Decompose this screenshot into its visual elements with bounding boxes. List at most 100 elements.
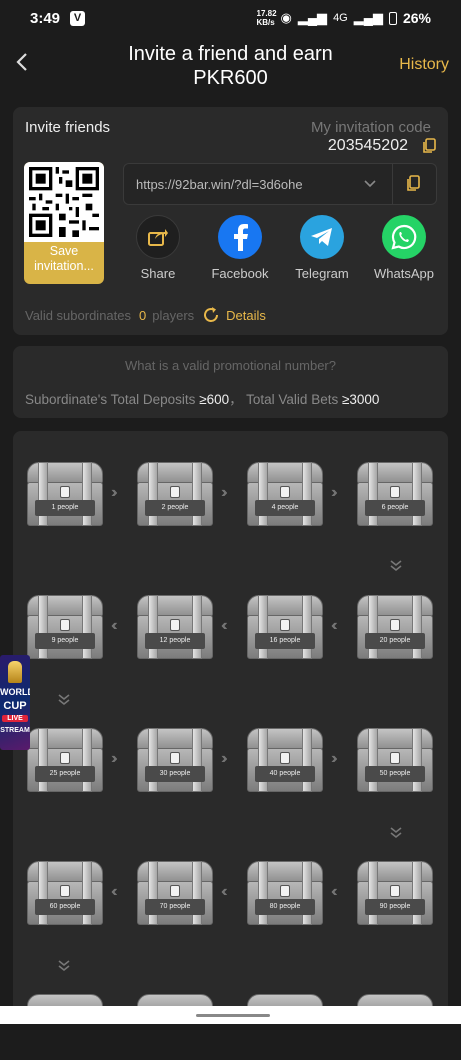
share-icon bbox=[136, 215, 180, 259]
whatsapp-button[interactable]: WhatsApp bbox=[363, 215, 445, 285]
qr-card[interactable]: Save invitation... bbox=[24, 162, 104, 284]
treasure-chest[interactable]: 60 people bbox=[25, 861, 105, 927]
share-label: Share bbox=[140, 266, 176, 281]
lock-icon bbox=[280, 885, 290, 897]
double-chevron-right-icon: ›› bbox=[111, 750, 117, 767]
treasure-chest[interactable]: 16 people bbox=[245, 595, 325, 661]
treasure-chest[interactable]: 1 people bbox=[25, 462, 105, 528]
trophy-icon bbox=[8, 661, 22, 683]
treasure-chest[interactable] bbox=[135, 994, 215, 1060]
invitation-code: 203545202 bbox=[327, 137, 408, 154]
signal-icon: ▂▄▆ bbox=[297, 10, 328, 25]
chest-label: 90 people bbox=[365, 899, 425, 915]
lock-icon bbox=[60, 752, 70, 764]
treasure-chest[interactable]: 70 people bbox=[135, 861, 215, 927]
treasure-chest[interactable] bbox=[355, 994, 435, 1060]
double-chevron-left-icon: ‹‹ bbox=[331, 617, 337, 634]
chest-label: 25 people bbox=[35, 766, 95, 782]
lock-icon bbox=[390, 752, 400, 764]
chest-label: 50 people bbox=[365, 766, 425, 782]
copy-link-icon[interactable] bbox=[406, 175, 420, 197]
save-label-2: invitation... bbox=[34, 259, 94, 273]
invite-link-field[interactable]: https://92bar.win/?dl=3d6ohe bbox=[123, 163, 437, 205]
double-chevron-left-icon: ‹‹ bbox=[111, 883, 117, 900]
facebook-label: Facebook bbox=[211, 266, 269, 281]
status-time: 3:49 bbox=[30, 9, 61, 27]
home-indicator[interactable] bbox=[196, 1014, 270, 1017]
save-label-1: Save bbox=[49, 244, 79, 258]
save-invitation-button[interactable]: Save invitation... bbox=[24, 244, 104, 274]
lock-icon bbox=[60, 486, 70, 498]
treasure-chest[interactable]: 6 people bbox=[355, 462, 435, 528]
net-speed: 17.82 KB/s bbox=[256, 9, 277, 27]
chest-label: 2 people bbox=[145, 500, 205, 516]
treasure-chest[interactable]: 80 people bbox=[245, 861, 325, 927]
double-chevron-down-icon bbox=[57, 693, 71, 712]
qr-code bbox=[24, 162, 104, 242]
treasure-chest[interactable]: 9 people bbox=[25, 595, 105, 661]
double-chevron-right-icon: ›› bbox=[331, 750, 337, 767]
double-chevron-down-icon bbox=[57, 959, 71, 978]
chest-label: 70 people bbox=[145, 899, 205, 915]
chest-label: 40 people bbox=[255, 766, 315, 782]
rule-text: Subordinate's Total Deposits ≥600， Total… bbox=[25, 388, 379, 408]
share-row: Share Facebook Telegram WhatsApp bbox=[117, 215, 445, 285]
treasure-chest[interactable]: 90 people bbox=[355, 861, 435, 927]
treasure-chest[interactable] bbox=[25, 994, 105, 1060]
invitation-code-label: My invitation code bbox=[310, 119, 431, 136]
treasure-chest[interactable]: 2 people bbox=[135, 462, 215, 528]
lock-icon bbox=[60, 619, 70, 631]
lock-icon bbox=[60, 885, 70, 897]
lock-icon bbox=[170, 619, 180, 631]
hotspot-icon: ◉ bbox=[280, 10, 292, 25]
deposits-value: ≥600 bbox=[199, 392, 230, 407]
double-chevron-left-icon: ‹‹ bbox=[331, 883, 337, 900]
treasure-chest[interactable]: 40 people bbox=[245, 728, 325, 794]
network-type: 4G bbox=[333, 12, 348, 24]
copy-code-icon[interactable] bbox=[422, 138, 436, 159]
telegram-icon bbox=[300, 215, 344, 259]
lock-icon bbox=[170, 885, 180, 897]
history-link[interactable]: History bbox=[399, 56, 449, 74]
status-bar: 3:49 V 17.82 KB/s ◉ ▂▄▆ 4G ▂▄▆ 26% bbox=[0, 0, 461, 36]
telegram-button[interactable]: Telegram bbox=[281, 215, 363, 285]
treasure-chest[interactable]: 4 people bbox=[245, 462, 325, 528]
valid-number-question: What is a valid promotional number? bbox=[125, 358, 336, 373]
chest-label: 30 people bbox=[145, 766, 205, 782]
whatsapp-label: WhatsApp bbox=[374, 266, 434, 281]
double-chevron-left-icon: ‹‹ bbox=[221, 617, 227, 634]
bets-label: Total Valid Bets bbox=[246, 392, 339, 407]
rules-panel: What is a valid promotional number? Subo… bbox=[13, 346, 448, 418]
world-cup-promo-banner[interactable]: WORLD CUP LIVE STREAM bbox=[0, 655, 30, 750]
refresh-icon[interactable] bbox=[202, 306, 220, 324]
valid-subordinates-row: Valid subordinates 0 players Details bbox=[25, 306, 266, 324]
double-chevron-left-icon: ‹‹ bbox=[111, 617, 117, 634]
facebook-button[interactable]: Facebook bbox=[199, 215, 281, 285]
treasure-chest[interactable]: 25 people bbox=[25, 728, 105, 794]
double-chevron-left-icon: ‹‹ bbox=[221, 883, 227, 900]
double-chevron-right-icon: ›› bbox=[331, 484, 337, 501]
double-chevron-right-icon: ›› bbox=[111, 484, 117, 501]
deposits-label: Subordinate's Total Deposits bbox=[25, 392, 196, 407]
lock-icon bbox=[280, 752, 290, 764]
invite-friends-label: Invite friends bbox=[25, 119, 111, 136]
details-link[interactable]: Details bbox=[226, 308, 266, 323]
treasure-chest[interactable]: 12 people bbox=[135, 595, 215, 661]
treasure-chest[interactable]: 20 people bbox=[355, 595, 435, 661]
chest-label: 80 people bbox=[255, 899, 315, 915]
promo-line2: CUP bbox=[3, 700, 27, 712]
treasure-chest[interactable] bbox=[245, 994, 325, 1060]
double-chevron-down-icon bbox=[389, 826, 403, 845]
valid-subordinates-label: Valid subordinates bbox=[25, 307, 131, 323]
chevron-down-icon[interactable] bbox=[363, 176, 377, 195]
rewards-panel: 1 people 2 people 4 people 6 people 20 peopl… bbox=[13, 431, 448, 1024]
double-chevron-down-icon bbox=[389, 559, 403, 578]
treasure-chest[interactable]: 30 people bbox=[135, 728, 215, 794]
separator: ， bbox=[229, 392, 243, 407]
chest-label: 4 people bbox=[255, 500, 315, 516]
treasure-chest[interactable]: 50 people bbox=[355, 728, 435, 794]
invite-link: https://92bar.win/?dl=3d6ohe bbox=[136, 177, 303, 192]
battery-level: 26% bbox=[402, 10, 431, 26]
share-button[interactable]: Share bbox=[117, 215, 199, 285]
promo-line1: WORLD bbox=[0, 687, 30, 697]
